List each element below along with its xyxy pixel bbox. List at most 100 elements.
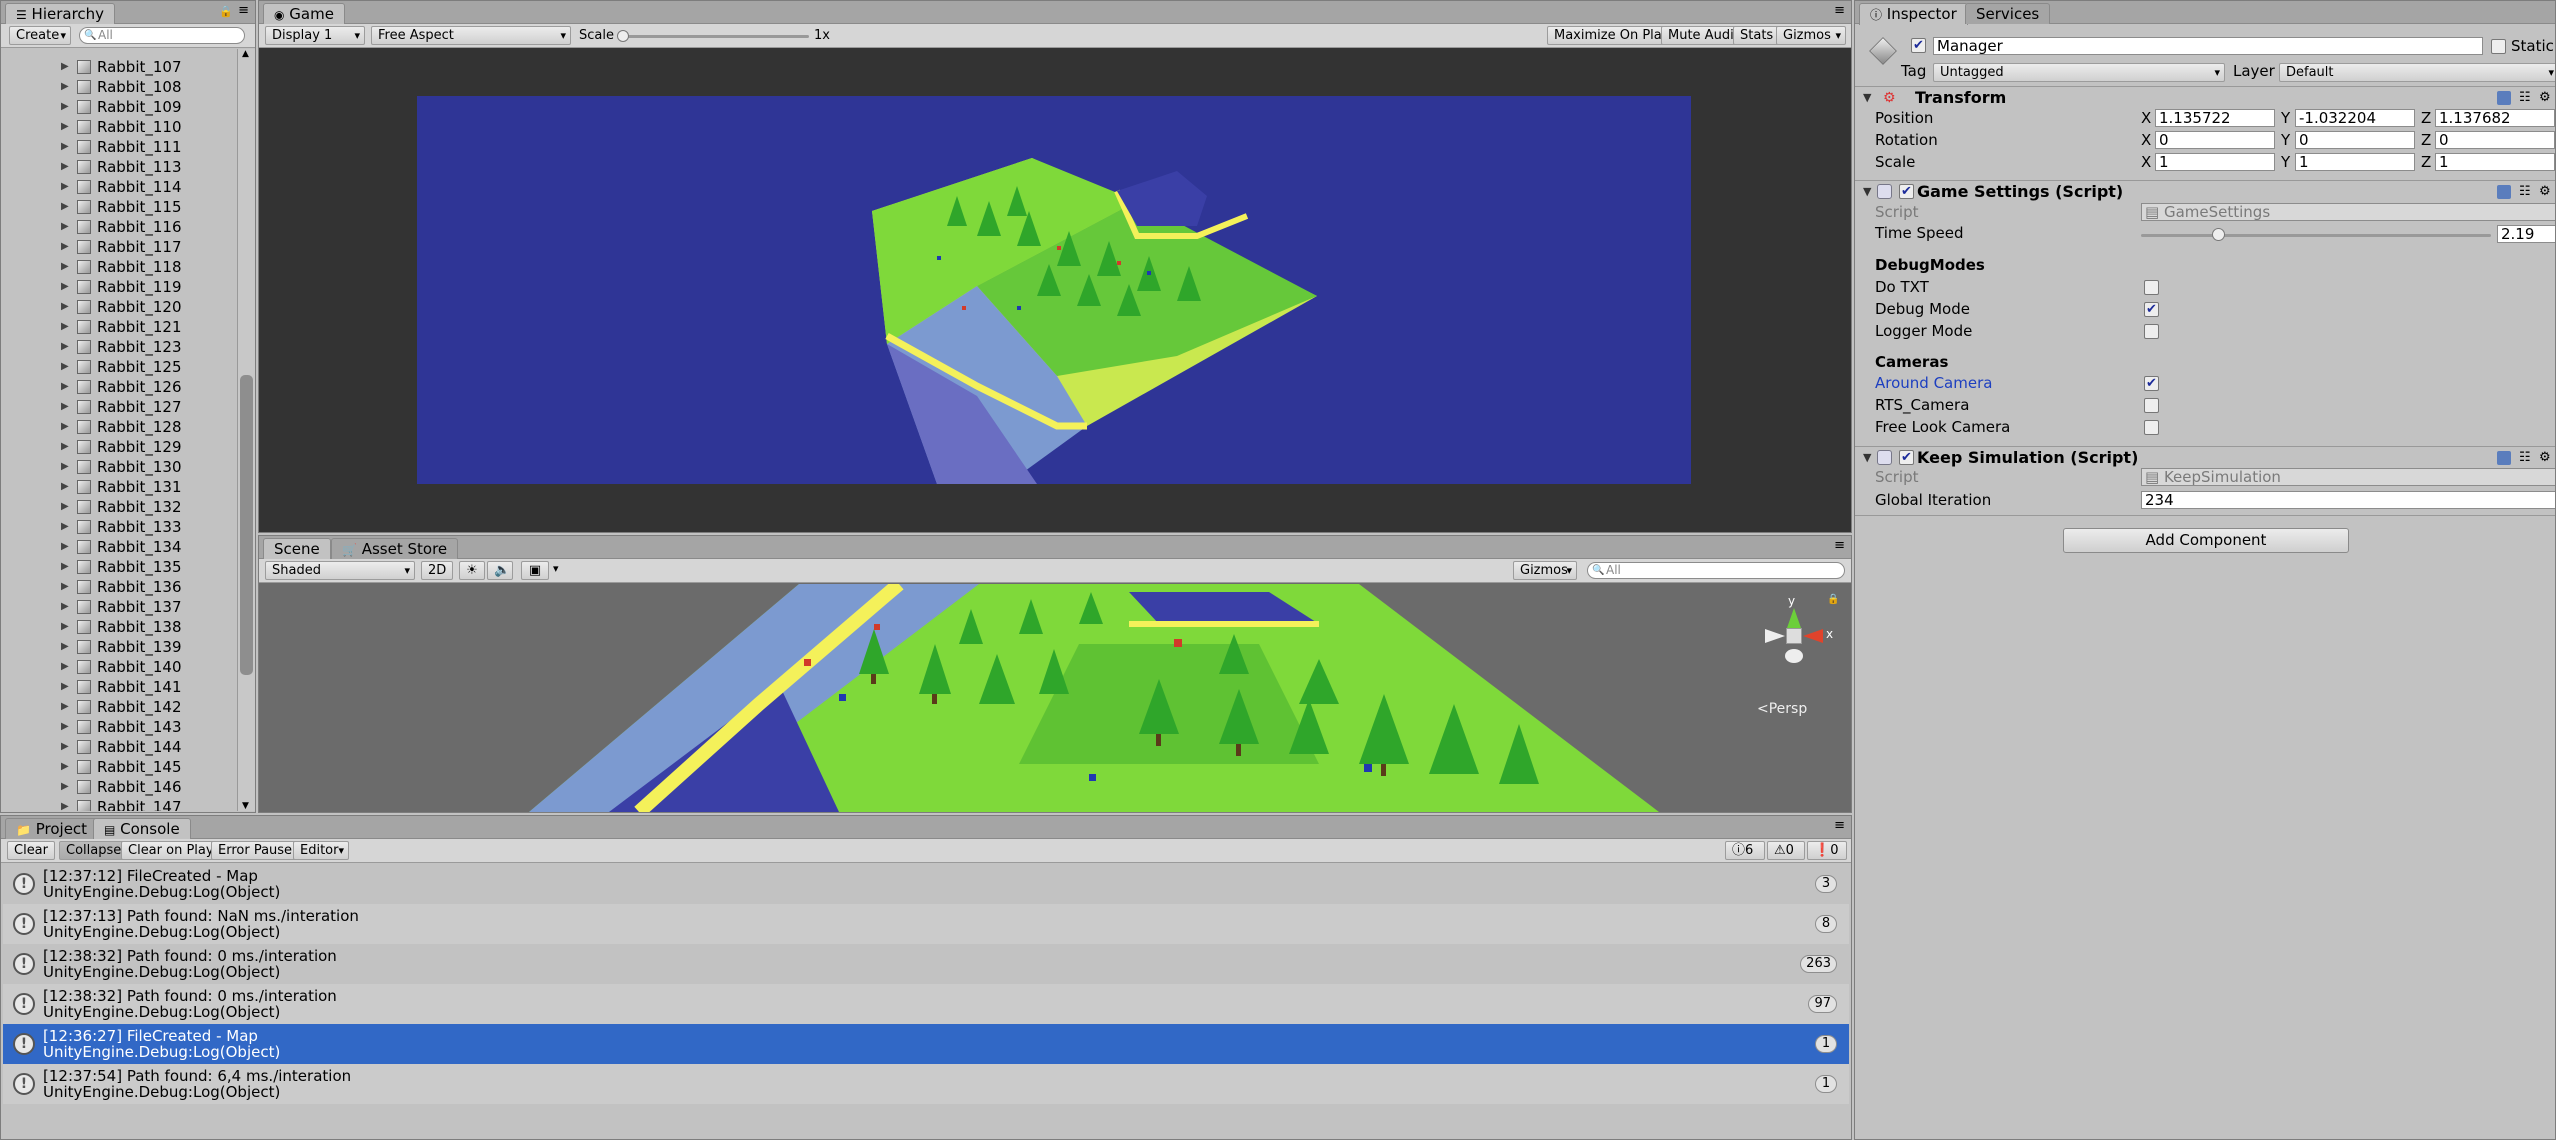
hierarchy-search-input[interactable]: All bbox=[79, 27, 245, 44]
panel-menu-icon[interactable]: ≡ bbox=[1834, 3, 1845, 18]
gizmo-neg-z-sphere[interactable] bbox=[1785, 649, 1803, 663]
do-txt-checkbox[interactable] bbox=[2144, 280, 2159, 295]
expand-arrow-icon[interactable]: ▶ bbox=[61, 597, 69, 617]
game-viewport[interactable] bbox=[417, 96, 1691, 484]
gizmo-lock-icon[interactable]: 🔒 bbox=[1827, 594, 1839, 605]
static-checkbox[interactable] bbox=[2491, 39, 2506, 54]
debug-mode-checkbox[interactable]: ✔ bbox=[2144, 302, 2159, 317]
hierarchy-item[interactable]: ▶ Rabbit_140 bbox=[1, 657, 237, 677]
object-name-field[interactable]: Manager bbox=[1933, 37, 2483, 55]
add-component-button[interactable]: Add Component bbox=[2063, 528, 2349, 553]
persp-label[interactable]: <Persp bbox=[1757, 701, 1807, 717]
expand-arrow-icon[interactable]: ▶ bbox=[61, 617, 69, 637]
scene-gizmos-dropdown[interactable]: Gizmos bbox=[1513, 561, 1577, 580]
hierarchy-item[interactable]: ▶ Rabbit_117 bbox=[1, 237, 237, 257]
expand-arrow-icon[interactable]: ▶ bbox=[61, 97, 69, 117]
audio-toggle-icon[interactable]: 🔈 bbox=[487, 561, 513, 580]
clear-on-play-button[interactable]: Clear on Play bbox=[121, 841, 221, 860]
hierarchy-item[interactable]: ▶ Rabbit_123 bbox=[1, 337, 237, 357]
hierarchy-item[interactable]: ▶ Rabbit_110 bbox=[1, 117, 237, 137]
hierarchy-item[interactable]: ▶ Rabbit_125 bbox=[1, 357, 237, 377]
hierarchy-item[interactable]: ▶ Rabbit_121 bbox=[1, 317, 237, 337]
expand-arrow-icon[interactable]: ▶ bbox=[61, 397, 69, 417]
expand-arrow-icon[interactable]: ▶ bbox=[61, 797, 69, 811]
free-look-camera-checkbox[interactable] bbox=[2144, 420, 2159, 435]
around-camera-checkbox[interactable]: ✔ bbox=[2144, 376, 2159, 391]
hierarchy-item[interactable]: ▶ Rabbit_141 bbox=[1, 677, 237, 697]
tab-services[interactable]: Services bbox=[1965, 3, 2051, 24]
hierarchy-item[interactable]: ▶ Rabbit_134 bbox=[1, 537, 237, 557]
warning-count-toggle[interactable]: ⚠0 bbox=[1767, 841, 1805, 860]
hierarchy-item[interactable]: ▶ Rabbit_138 bbox=[1, 617, 237, 637]
transform-position-x-field[interactable]: 1.135722 bbox=[2155, 109, 2275, 127]
hierarchy-item[interactable]: ▶ Rabbit_127 bbox=[1, 397, 237, 417]
keep-simulation-header[interactable]: ▼ ✔ Keep Simulation (Script) ☷ ⚙ bbox=[1855, 446, 2555, 468]
logger-mode-checkbox[interactable] bbox=[2144, 324, 2159, 339]
display-dropdown[interactable]: Display 1 bbox=[265, 26, 365, 45]
rts-camera-checkbox[interactable] bbox=[2144, 398, 2159, 413]
expand-arrow-icon[interactable]: ▶ bbox=[61, 717, 69, 737]
tab-scene[interactable]: Scene bbox=[263, 538, 331, 560]
game-gizmos-dropdown[interactable]: Gizmos bbox=[1776, 26, 1846, 45]
hierarchy-item[interactable]: ▶ Rabbit_143 bbox=[1, 717, 237, 737]
log-count-toggle[interactable]: ⓘ6 bbox=[1725, 841, 1765, 860]
expand-arrow-icon[interactable]: ▶ bbox=[61, 57, 69, 77]
hierarchy-item[interactable]: ▶ Rabbit_139 bbox=[1, 637, 237, 657]
hierarchy-item[interactable]: ▶ Rabbit_147 bbox=[1, 797, 237, 811]
expand-arrow-icon[interactable]: ▶ bbox=[61, 257, 69, 277]
expand-arrow-icon[interactable]: ▶ bbox=[61, 457, 69, 477]
tab-game[interactable]: ◉ Game bbox=[263, 3, 345, 25]
panel-menu-icon[interactable]: ≡ bbox=[238, 3, 249, 18]
expand-arrow-icon[interactable]: ▶ bbox=[61, 637, 69, 657]
lock-icon[interactable]: 🔒 bbox=[219, 5, 233, 18]
create-dropdown[interactable]: Create bbox=[9, 26, 71, 45]
expand-arrow-icon[interactable]: ▶ bbox=[61, 377, 69, 397]
error-count-toggle[interactable]: ❗0 bbox=[1807, 841, 1847, 860]
expand-arrow-icon[interactable]: ▶ bbox=[61, 497, 69, 517]
fold-arrow-icon[interactable]: ▼ bbox=[1863, 87, 1871, 109]
expand-arrow-icon[interactable]: ▶ bbox=[61, 677, 69, 697]
global-iteration-field[interactable]: 234 bbox=[2141, 491, 2555, 509]
game-settings-enabled-checkbox[interactable]: ✔ bbox=[1899, 184, 1914, 199]
stats-button[interactable]: Stats bbox=[1733, 26, 1781, 45]
expand-arrow-icon[interactable]: ▶ bbox=[61, 317, 69, 337]
expand-arrow-icon[interactable]: ▶ bbox=[61, 757, 69, 777]
expand-arrow-icon[interactable]: ▶ bbox=[61, 657, 69, 677]
console-entry[interactable]: ! [12:38:32] Path found: 0 ms./interation… bbox=[3, 944, 1849, 984]
scale-slider-handle[interactable] bbox=[617, 30, 629, 42]
2d-toggle[interactable]: 2D bbox=[421, 561, 454, 580]
scale-slider[interactable] bbox=[617, 30, 809, 42]
console-entry[interactable]: ! [12:38:32] Path found: 0 ms./interation… bbox=[3, 984, 1849, 1024]
gizmo-neg-x-cone[interactable] bbox=[1765, 629, 1785, 643]
console-entry[interactable]: ! [12:36:27] FileCreated - Map UnityEngine… bbox=[3, 1024, 1849, 1064]
game-settings-header[interactable]: ▼ ✔ Game Settings (Script) ☷ ⚙ bbox=[1855, 180, 2555, 202]
expand-arrow-icon[interactable]: ▶ bbox=[61, 777, 69, 797]
transform-scale-y-field[interactable]: 1 bbox=[2295, 153, 2415, 171]
gizmo-y-cone[interactable] bbox=[1787, 608, 1801, 628]
expand-arrow-icon[interactable]: ▶ bbox=[61, 337, 69, 357]
component-gear-icon[interactable]: ⚙ bbox=[2539, 87, 2551, 109]
hierarchy-scrollbar[interactable]: ▲ ▼ bbox=[237, 49, 255, 811]
tab-project[interactable]: 📁 Project bbox=[5, 818, 99, 839]
expand-arrow-icon[interactable]: ▶ bbox=[61, 357, 69, 377]
gizmo-center-cube[interactable] bbox=[1786, 628, 1802, 644]
preset-icon[interactable]: ☷ bbox=[2519, 447, 2531, 469]
scene-search-input[interactable]: All bbox=[1587, 562, 1845, 579]
hierarchy-item[interactable]: ▶ Rabbit_114 bbox=[1, 177, 237, 197]
tag-dropdown[interactable]: Untagged bbox=[1933, 63, 2225, 82]
preset-icon[interactable]: ☷ bbox=[2519, 87, 2531, 109]
time-speed-slider[interactable] bbox=[2141, 228, 2491, 241]
transform-rotation-x-field[interactable]: 0 bbox=[2155, 131, 2275, 149]
time-speed-field[interactable]: 2.19 bbox=[2497, 225, 2555, 243]
help-icon[interactable] bbox=[2497, 91, 2511, 105]
hierarchy-item[interactable]: ▶ Rabbit_129 bbox=[1, 437, 237, 457]
console-entry[interactable]: ! [12:37:12] FileCreated - Map UnityEngine… bbox=[3, 864, 1849, 904]
tab-inspector[interactable]: ⓘ Inspector bbox=[1859, 3, 1968, 25]
hierarchy-item[interactable]: ▶ Rabbit_130 bbox=[1, 457, 237, 477]
expand-arrow-icon[interactable]: ▶ bbox=[61, 537, 69, 557]
expand-arrow-icon[interactable]: ▶ bbox=[61, 237, 69, 257]
hierarchy-item[interactable]: ▶ Rabbit_120 bbox=[1, 297, 237, 317]
maximize-on-play-button[interactable]: Maximize On Play bbox=[1547, 26, 1677, 45]
component-gear-icon[interactable]: ⚙ bbox=[2539, 447, 2551, 469]
transform-rotation-z-field[interactable]: 0 bbox=[2435, 131, 2555, 149]
